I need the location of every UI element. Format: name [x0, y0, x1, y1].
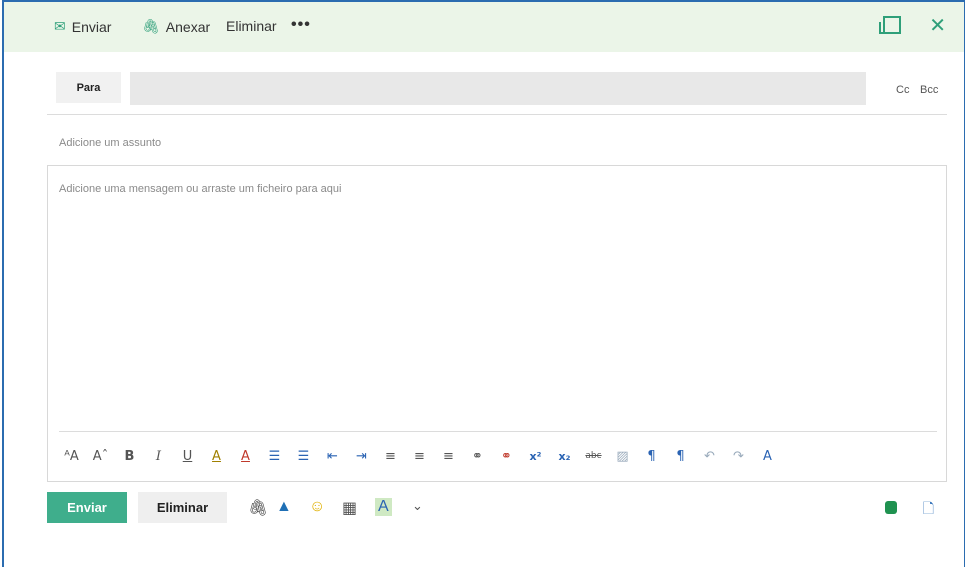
ltr-icon[interactable]: ¶ [637, 449, 666, 464]
more-options-button[interactable]: ••• [291, 16, 311, 34]
align-center-icon[interactable]: ≡ [405, 449, 434, 464]
toolbar-attach-label: Anexar [165, 18, 211, 35]
font-color-icon[interactable]: A [231, 449, 260, 464]
insert-picture-icon[interactable]: ▲ [276, 498, 292, 516]
superscript-icon[interactable]: x² [521, 450, 550, 463]
rtl-icon[interactable]: ¶ [666, 449, 695, 464]
body-placeholder: Adicione uma mensagem ou arraste um fich… [59, 183, 342, 195]
formatting-toolbar: ᴬA Aˆ B I U A A ☰ ☰ ⇤ ⇥ ≡ ≡ ≡ ⚭ ⚭ x² x₂ … [57, 444, 782, 468]
underline-icon[interactable]: U [173, 449, 202, 464]
italic-icon[interactable]: I [144, 449, 173, 464]
bullets-icon[interactable]: ☰ [260, 449, 289, 464]
subject-field[interactable]: Adicione um assunto [59, 137, 161, 149]
send-mail-icon: ✉ [54, 18, 66, 34]
toolbar-send-button[interactable]: ✉ Enviar [54, 18, 111, 35]
more-icon: ••• [291, 16, 311, 33]
link-icon[interactable]: ⚭ [463, 449, 492, 464]
undo-icon[interactable]: ↶ [695, 449, 724, 464]
popout-window-icon[interactable] [879, 16, 901, 34]
emoji-icon[interactable]: ☺ [309, 498, 325, 516]
attach-icon[interactable]: 🖇 [248, 498, 268, 518]
action-bar: Enviar Eliminar 🖇 ▲ ☺ ▦ A ⌄ 🗋 [47, 492, 952, 524]
strikethrough-icon[interactable]: abc [579, 451, 608, 461]
bcc-link[interactable]: Bcc [920, 84, 938, 96]
grow-font-icon[interactable]: Aˆ [86, 449, 115, 464]
toolbar-attach-button[interactable]: 🖇 Anexar [142, 18, 210, 35]
numbering-icon[interactable]: ☰ [289, 449, 318, 464]
message-body[interactable]: Adicione uma mensagem ou arraste um fich… [47, 165, 947, 482]
highlight-icon[interactable]: A [202, 449, 231, 464]
format-divider [59, 431, 937, 432]
indent-icon[interactable]: ⇥ [347, 449, 376, 464]
toolbar-send-label: Enviar [71, 18, 112, 35]
evernote-icon[interactable] [885, 501, 897, 514]
compose-window: ✉ Enviar 🖇 Anexar Eliminar ••• ✕ Para Cc… [2, 0, 965, 567]
compose-toolbar: ✉ Enviar 🖇 Anexar Eliminar ••• ✕ [4, 2, 964, 52]
subscript-icon[interactable]: x₂ [550, 450, 579, 463]
outdent-icon[interactable]: ⇤ [318, 449, 347, 464]
align-right-icon[interactable]: ≡ [434, 449, 463, 464]
chevron-down-icon[interactable]: ⌄ [412, 498, 423, 514]
paperclip-icon: 🖇 [142, 18, 160, 34]
inline-image-icon[interactable]: ▨ [608, 449, 637, 464]
font-size-icon[interactable]: ᴬA [57, 449, 86, 464]
close-icon[interactable]: ✕ [929, 13, 946, 38]
bold-icon[interactable]: B [115, 449, 144, 464]
format-toggle-icon[interactable]: A [375, 498, 392, 516]
calendar-icon[interactable]: ▦ [342, 498, 357, 518]
cc-link[interactable]: Cc [896, 84, 909, 96]
document-icon[interactable]: 🗋 [923, 498, 934, 522]
to-row: Para Cc Bcc [56, 72, 946, 105]
align-left-icon[interactable]: ≡ [376, 449, 405, 464]
toolbar-delete-label: Eliminar [226, 18, 277, 34]
to-divider [47, 114, 947, 115]
to-label: Para [76, 81, 101, 94]
discard-button[interactable]: Eliminar [138, 492, 227, 523]
toolbar-delete-button[interactable]: Eliminar [226, 18, 277, 34]
send-button[interactable]: Enviar [47, 492, 127, 523]
unlink-icon[interactable]: ⚭ [492, 449, 521, 464]
to-input[interactable] [130, 72, 866, 105]
to-button[interactable]: Para [56, 72, 121, 103]
redo-icon[interactable]: ↷ [724, 449, 753, 464]
clear-format-icon[interactable]: A [753, 449, 782, 464]
